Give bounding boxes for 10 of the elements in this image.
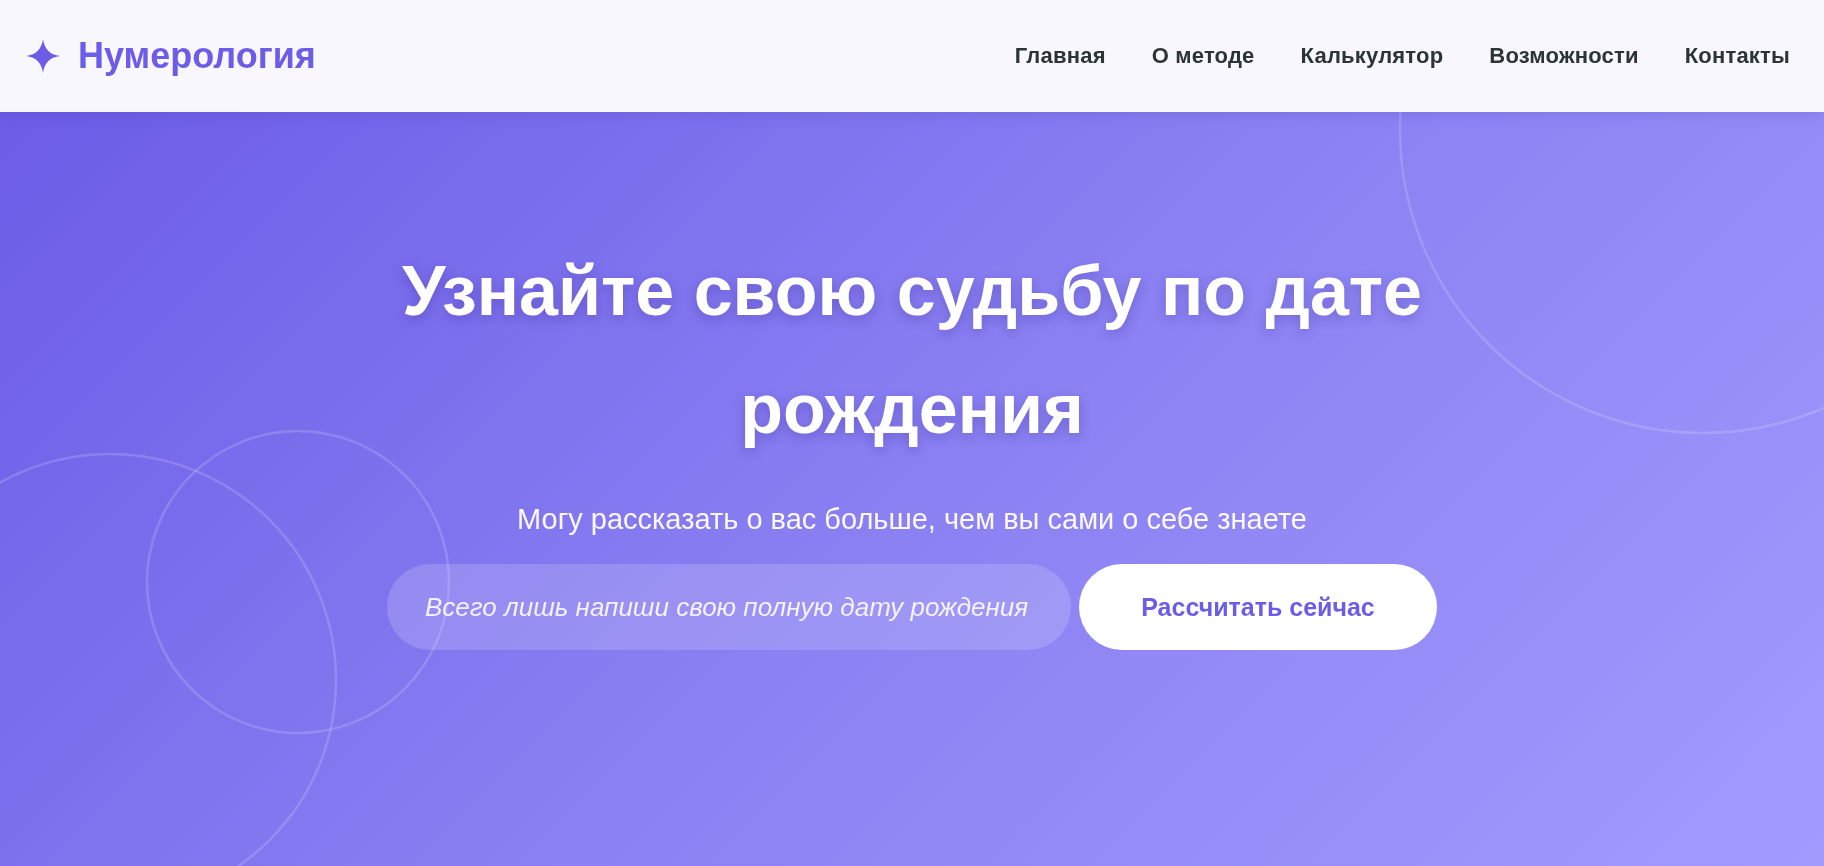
nav-link[interactable]: Калькулятор — [1300, 43, 1444, 69]
nav-link[interactable]: О методе — [1151, 43, 1255, 69]
nav-link[interactable]: Главная — [1014, 43, 1106, 69]
nav-link[interactable]: Возможности — [1489, 43, 1639, 69]
logo-link[interactable]: Нумерология — [26, 35, 316, 77]
sparkle-icon — [26, 39, 60, 73]
nav-link[interactable]: Контакты — [1684, 43, 1790, 69]
hero-subtitle: Могу рассказать о вас больше, чем вы сами о себе знаете — [517, 502, 1307, 537]
calculate-button[interactable]: Рассчитать сейчас — [1079, 564, 1437, 650]
hero-title: Узнайте свою судьбу по дате рождения — [400, 251, 1424, 450]
